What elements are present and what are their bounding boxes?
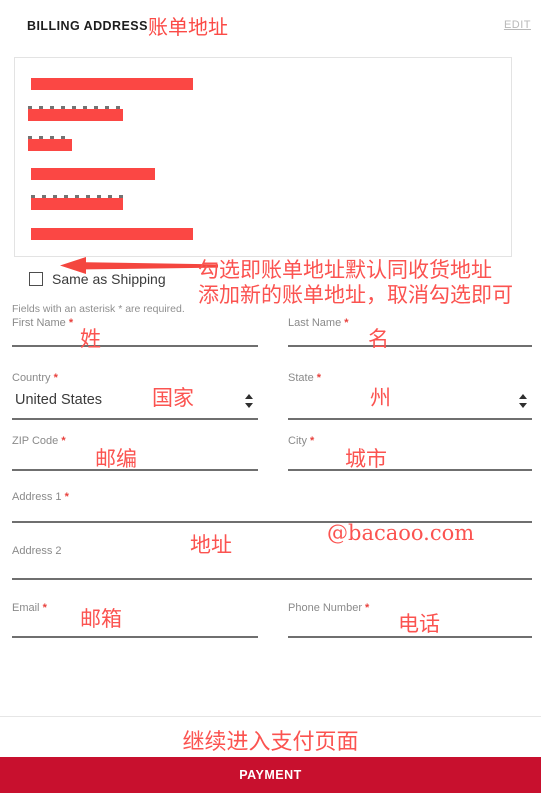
field-annotation-cn-email: 邮箱 bbox=[80, 607, 122, 631]
field-annotation-cn-first-name: 姓 bbox=[80, 327, 101, 351]
field-annotation-cn-state: 州 bbox=[370, 386, 391, 410]
redacted-address-line bbox=[31, 168, 155, 180]
footer-annotation-cn: 继续进入支付页面 bbox=[182, 730, 359, 755]
field-label-city: City * bbox=[288, 435, 315, 447]
redacted-address-line bbox=[28, 106, 123, 121]
select-caret-icon[interactable] bbox=[518, 393, 528, 409]
field-label-zip-code: ZIP Code * bbox=[12, 435, 66, 447]
required-asterisk: * bbox=[39, 602, 47, 614]
field-label-country: Country * bbox=[12, 372, 58, 384]
field-underline-last-name bbox=[288, 345, 532, 347]
field-underline-address-2 bbox=[12, 578, 532, 580]
field-label-first-name: First Name * bbox=[12, 317, 74, 329]
edit-link[interactable]: EDIT bbox=[504, 19, 531, 31]
redacted-address-line bbox=[31, 195, 123, 210]
field-label-email: Email * bbox=[12, 602, 47, 614]
same-as-shipping-checkbox[interactable] bbox=[29, 272, 43, 286]
billing-address-page: BILLING ADDRESS 账单地址 EDIT Same as Shippi… bbox=[0, 0, 541, 806]
field-label-address-1: Address 1 * bbox=[12, 491, 69, 503]
field-label-last-name: Last Name * bbox=[288, 317, 349, 329]
field-label-state: State * bbox=[288, 372, 322, 384]
required-fields-note: Fields with an asterisk * are required. bbox=[12, 303, 185, 315]
required-asterisk: * bbox=[65, 317, 74, 329]
required-asterisk: * bbox=[313, 372, 322, 384]
page-title-annotation-cn: 账单地址 bbox=[148, 15, 228, 39]
section-header: BILLING ADDRESS 账单地址 EDIT bbox=[0, 0, 541, 54]
field-underline-first-name bbox=[12, 345, 258, 347]
watermark-text: @bacaoo.com bbox=[327, 521, 475, 545]
field-annotation-cn-country: 国家 bbox=[152, 386, 194, 410]
footer-divider bbox=[0, 716, 541, 717]
redacted-address-line bbox=[31, 78, 193, 90]
page-title: BILLING ADDRESS bbox=[27, 19, 148, 33]
field-label-address-2: Address 2 bbox=[12, 545, 62, 557]
required-asterisk: * bbox=[50, 372, 58, 384]
field-underline-country bbox=[12, 418, 258, 420]
field-annotation-cn-city: 城市 bbox=[345, 447, 387, 471]
required-asterisk: * bbox=[61, 491, 69, 503]
field-underline-state bbox=[288, 418, 532, 420]
field-underline-email bbox=[12, 636, 258, 638]
required-asterisk: * bbox=[362, 602, 370, 614]
field-annotation-cn-address-2: 地址 bbox=[190, 533, 232, 557]
field-label-phone: Phone Number * bbox=[288, 602, 370, 614]
select-caret-icon[interactable] bbox=[244, 393, 254, 409]
annotation-arrow-icon bbox=[60, 257, 218, 274]
field-annotation-cn-zip-code: 邮编 bbox=[95, 447, 137, 471]
required-asterisk: * bbox=[341, 317, 349, 329]
checkbox-annotation-line-2: 添加新的账单地址，取消勾选即可 bbox=[198, 283, 513, 307]
checkbox-annotation-line-1: 勾选即账单地址默认同收货地址 bbox=[198, 258, 492, 282]
footer-spacer bbox=[0, 793, 541, 806]
field-underline-city bbox=[288, 469, 532, 471]
redacted-address-line bbox=[28, 136, 72, 151]
field-value-country[interactable]: United States bbox=[15, 392, 102, 408]
required-asterisk: * bbox=[306, 435, 315, 447]
field-annotation-cn-phone: 电话 bbox=[398, 612, 440, 636]
field-annotation-cn-last-name: 名 bbox=[368, 327, 389, 351]
checkbox-annotation-cn: 勾选即账单地址默认同收货地址 添加新的账单地址，取消勾选即可 bbox=[198, 258, 513, 308]
redacted-address-lines bbox=[15, 58, 511, 256]
payment-button[interactable]: PAYMENT bbox=[0, 757, 541, 793]
saved-address-box bbox=[14, 57, 512, 257]
required-asterisk: * bbox=[58, 435, 66, 447]
redacted-address-line bbox=[31, 228, 193, 240]
